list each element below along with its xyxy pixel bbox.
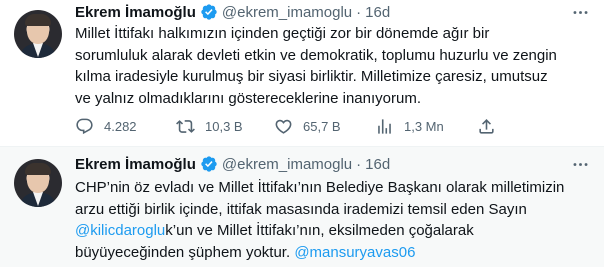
like-button[interactable]: 65,7 B: [274, 116, 341, 136]
tweet-text-line: Millet İttifakı halkımızın içinden geçti…: [75, 25, 490, 42]
tweet-text-segment: büyüyeceğinden şüphem yoktur.: [75, 243, 295, 261]
views-button[interactable]: 1,3 Mn: [375, 116, 444, 136]
retweet-button[interactable]: 10,3 B: [176, 116, 243, 136]
author-handle[interactable]: @ekrem_imamoglu: [222, 156, 352, 173]
heart-icon: [275, 119, 292, 134]
verified-badge-icon: [201, 156, 217, 172]
tweet-time[interactable]: 16d: [365, 4, 390, 21]
tweet-text-line: arzu ettiği birlik içinde, ittifak masas…: [75, 200, 527, 218]
reply-icon: [76, 118, 93, 134]
share-icon: [479, 118, 494, 134]
tweet-text-line: sorumluluk alarak devleti etkin ve demok…: [75, 46, 557, 64]
author-name[interactable]: Ekrem İmamoğlu: [75, 4, 196, 21]
views-count: 1,3 Mn: [404, 118, 444, 134]
tweet-text-line: kılma iradesiyle kurulmuş bir siyasi bir…: [75, 68, 548, 85]
verified-badge-icon: [201, 4, 217, 20]
separator-dot: ·: [356, 155, 362, 173]
separator-dot: ·: [356, 3, 362, 21]
avatar[interactable]: [14, 159, 62, 207]
retweet-icon: [176, 119, 195, 133]
mention-link-kilicdaroglu[interactable]: @kilicdaroglu: [75, 222, 165, 239]
tweet-text-line: büyüyeceğinden şüphem yoktur. @mansuryav…: [75, 242, 595, 264]
tweet-header: Ekrem İmamoğlu @ekrem_imamoglu · 16d: [75, 154, 390, 174]
avatar[interactable]: [14, 10, 62, 58]
tweet-text: CHP’nin öz evladı ve Millet İttifakı’nın…: [75, 177, 595, 263]
retweet-count: 10,3 B: [205, 118, 243, 134]
author-name[interactable]: Ekrem İmamoğlu: [75, 156, 196, 173]
tweet-2[interactable]: Ekrem İmamoğlu @ekrem_imamoglu · 16d CHP…: [0, 147, 604, 267]
tweet-text: Millet İttifakı halkımızın içinden geçti…: [75, 23, 595, 109]
tweet-text-line: CHP’nin öz evladı ve Millet İttifakı’nın…: [75, 179, 565, 196]
tweet-time[interactable]: 16d: [365, 156, 390, 173]
tweet-header: Ekrem İmamoğlu @ekrem_imamoglu · 16d: [75, 2, 390, 22]
author-handle[interactable]: @ekrem_imamoglu: [222, 4, 352, 21]
tweet-1[interactable]: Ekrem İmamoğlu @ekrem_imamoglu · 16d Mil…: [0, 0, 604, 147]
like-count: 65,7 B: [303, 118, 341, 134]
reply-count: 4.282: [104, 118, 137, 134]
tweet-text-line: ve yalnız olmadıklarını göstereceklerine…: [75, 89, 421, 107]
tweet-actions: 4.282 10,3 B 65,7 B 1,3 Mn: [75, 116, 575, 136]
tweet-text-line: @kilicdarogluk’un ve Millet İttifakı’nın…: [75, 220, 595, 242]
mention-link-mansuryavas06[interactable]: @mansuryavas06: [294, 244, 415, 261]
reply-button[interactable]: 4.282: [75, 116, 137, 136]
more-options-icon[interactable]: [570, 154, 590, 174]
views-icon: [378, 118, 391, 134]
share-button[interactable]: [477, 116, 496, 136]
more-options-icon[interactable]: [570, 2, 590, 22]
tweet-text-segment: k’un ve Millet İttifakı’nın, eksilmeden …: [165, 222, 474, 239]
